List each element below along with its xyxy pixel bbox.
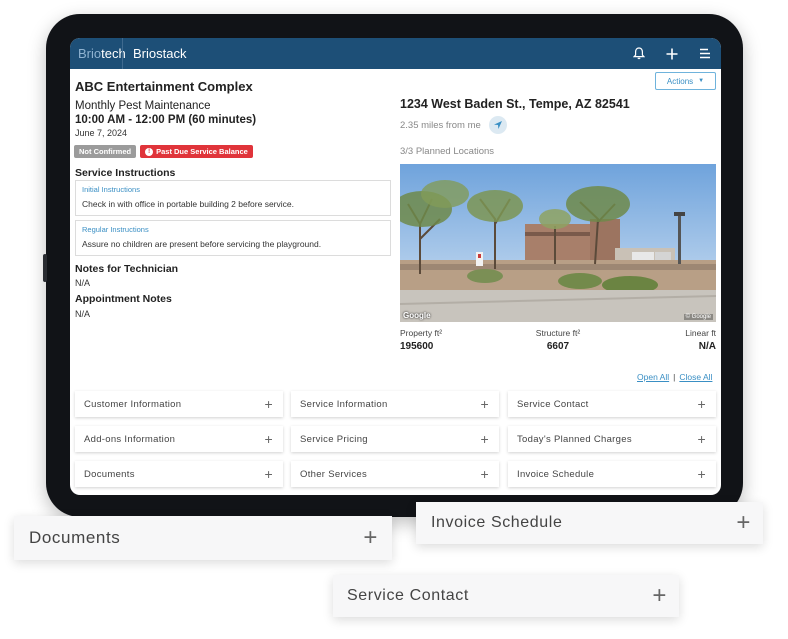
plus-icon: + [480, 431, 489, 447]
street-view-image [400, 164, 716, 322]
service-date: June 7, 2024 [75, 128, 128, 138]
floating-invoice-schedule-card[interactable]: Invoice Schedule + [416, 502, 763, 544]
plus-icon: + [697, 396, 706, 412]
initial-instructions-title: Initial Instructions [82, 185, 140, 194]
structure-stat: Structure ft² 6607 [532, 328, 584, 352]
regular-instructions-body: Assure no children are present before se… [82, 239, 322, 249]
appointment-notes-heading: Appointment Notes [75, 293, 172, 305]
linear-label: Linear ft [685, 328, 716, 338]
plus-icon: + [697, 431, 706, 447]
accordion-service-contact[interactable]: Service Contact + [508, 391, 716, 417]
plus-icon: + [264, 396, 273, 412]
accordion-addons-information[interactable]: Add-ons Information + [75, 426, 283, 452]
property-stat: Property ft² 195600 [400, 328, 442, 352]
distance-text: 2.35 miles from me [400, 120, 481, 131]
accordion-service-pricing[interactable]: Service Pricing + [291, 426, 499, 452]
floating-documents-card[interactable]: Documents + [14, 516, 392, 560]
plus-icon: + [264, 466, 273, 482]
regular-instructions-title: Regular Instructions [82, 225, 149, 234]
accordion-customer-information[interactable]: Customer Information + [75, 391, 283, 417]
property-label: Property ft² [400, 328, 443, 338]
service-address: 1234 West Baden St., Tempe, AZ 82541 [400, 97, 630, 111]
floating-service-contact-card[interactable]: Service Contact + [333, 575, 679, 617]
status-badges: Not Confirmed ! Past Due Service Balance [74, 145, 253, 158]
accordion-other-services[interactable]: Other Services + [291, 461, 499, 487]
company-name: ABC Entertainment Complex [75, 79, 253, 94]
plus-icon: + [697, 466, 706, 482]
app-screen: Briotech Briostack ABC Entertainment Com… [70, 38, 721, 495]
property-value: 195600 [400, 341, 434, 352]
google-copyright: © Google [683, 314, 713, 320]
plus-icon[interactable] [655, 38, 688, 69]
bell-icon[interactable] [622, 38, 655, 69]
accordion-planned-charges[interactable]: Today's Planned Charges + [508, 426, 716, 452]
top-bar: Briotech Briostack [70, 38, 721, 69]
technician-notes-heading: Notes for Technician [75, 263, 179, 275]
service-name: Monthly Pest Maintenance [75, 100, 211, 112]
plus-icon: + [736, 509, 751, 536]
app-title: Briostack [133, 46, 187, 61]
alert-icon: ! [145, 147, 154, 156]
linear-value: N/A [698, 341, 716, 352]
planned-locations: 3/3 Planned Locations [400, 146, 495, 157]
tablet-side-button [43, 254, 47, 282]
regular-instructions-box: Regular Instructions Assure no children … [75, 220, 391, 256]
close-all-link[interactable]: Close All [679, 372, 712, 382]
accordion-documents[interactable]: Documents + [75, 461, 283, 487]
structure-value: 6607 [546, 341, 570, 352]
brand-logo[interactable]: Briotech [70, 46, 126, 61]
plus-icon: + [480, 466, 489, 482]
open-all-link[interactable]: Open All [637, 372, 669, 382]
navigate-button[interactable] [489, 116, 507, 134]
accordion-service-information[interactable]: Service Information + [291, 391, 499, 417]
plus-icon: + [363, 524, 378, 551]
navigation-arrow-icon [494, 121, 502, 129]
accordion-invoice-schedule[interactable]: Invoice Schedule + [508, 461, 716, 487]
service-time: 10:00 AM - 12:00 PM (60 minutes) [75, 114, 257, 126]
appointment-notes-value: N/A [75, 309, 91, 319]
plus-icon: + [652, 582, 667, 609]
actions-dropdown[interactable]: Actions ▼ [655, 72, 716, 90]
menu-icon[interactable] [688, 38, 721, 69]
caret-down-icon: ▼ [698, 78, 705, 84]
initial-instructions-box: Initial Instructions Check in with offic… [75, 180, 391, 216]
plus-icon: + [480, 396, 489, 412]
plus-icon: + [264, 431, 273, 447]
structure-label: Structure ft² [535, 328, 581, 338]
technician-notes-value: N/A [75, 278, 91, 288]
street-view-photo[interactable]: Google © Google [400, 164, 716, 322]
not-confirmed-badge: Not Confirmed [74, 145, 137, 158]
expand-collapse-links: Open All | Close All [637, 372, 713, 382]
service-instructions-heading: Service Instructions [75, 167, 176, 179]
past-due-badge[interactable]: ! Past Due Service Balance [140, 145, 253, 158]
linear-stat: Linear ft N/A [666, 328, 716, 352]
google-watermark: Google [403, 311, 431, 320]
initial-instructions-body: Check in with office in portable buildin… [82, 199, 294, 209]
